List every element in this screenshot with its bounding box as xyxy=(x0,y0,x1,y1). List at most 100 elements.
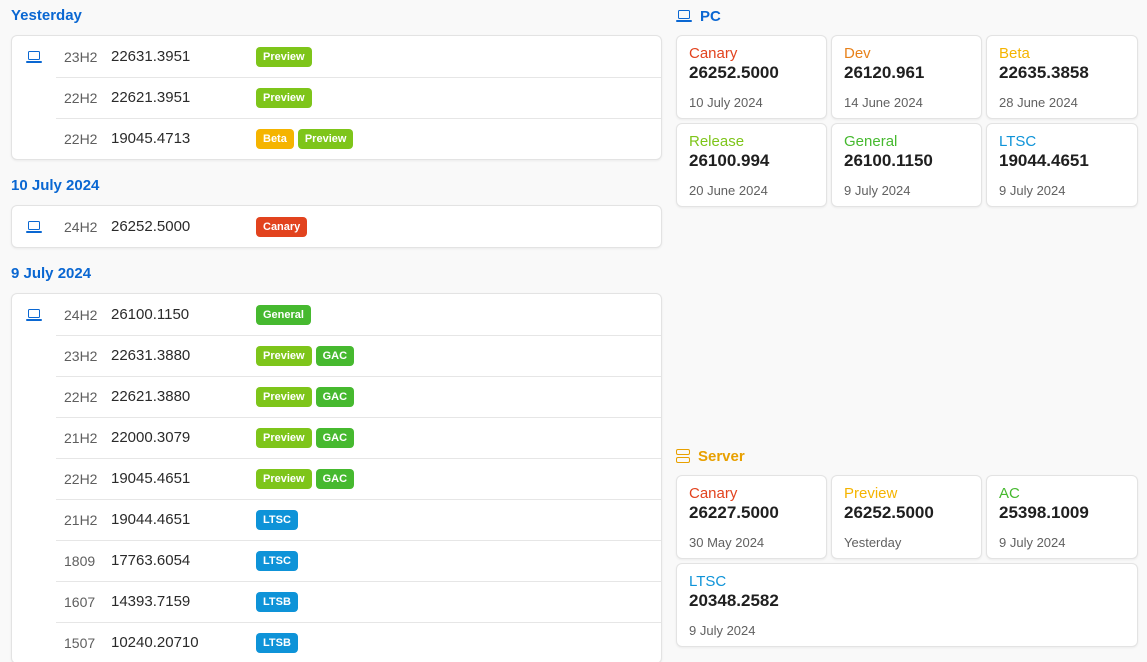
server-channel-tile[interactable]: Canary 26227.5000 30 May 2024 xyxy=(676,475,827,559)
channel-name: Release xyxy=(689,133,745,150)
channel-name: Preview xyxy=(844,485,898,502)
channel-name: General xyxy=(844,133,898,150)
channel-badge: Preview xyxy=(256,386,312,407)
channel-badge: LTSC xyxy=(256,550,298,571)
build-number: 19045.4651 xyxy=(111,470,191,487)
build-row[interactable]: 22H2 22621.3951 Preview xyxy=(12,77,661,118)
server-title-text: Server xyxy=(698,447,745,465)
build-number: 19045.4713 xyxy=(111,130,191,147)
version-label: 1607 xyxy=(64,593,96,610)
channel-build: 26227.5000 xyxy=(689,503,779,522)
date-group-title: 9 July 2024 xyxy=(11,265,92,282)
channel-build: 26252.5000 xyxy=(689,63,779,82)
build-number: 26252.5000 xyxy=(111,218,191,235)
channel-badge: Preview xyxy=(256,87,312,108)
server-channel-tile[interactable]: Preview 26252.5000 Yesterday xyxy=(831,475,982,559)
build-row[interactable]: 24H2 26252.5000 Canary xyxy=(12,206,661,247)
channel-badge: Preview xyxy=(297,128,354,149)
build-row[interactable]: 24H2 26100.1150 General xyxy=(12,294,661,335)
pc-title-text: PC xyxy=(700,7,721,25)
pc-section-title: PC xyxy=(676,6,1138,26)
channel-date: 14 June 2024 xyxy=(844,95,923,110)
version-label: 24H2 xyxy=(64,306,98,323)
server-channel-tile[interactable]: AC 25398.1009 9 July 2024 xyxy=(986,475,1138,559)
build-row[interactable]: 21H2 22000.3079 Preview GAC xyxy=(12,417,661,458)
channel-tags: Beta Preview xyxy=(256,128,354,149)
channel-date: 28 June 2024 xyxy=(999,95,1078,110)
build-row[interactable]: 23H2 22631.3880 Preview GAC xyxy=(12,335,661,376)
build-number: 17763.6054 xyxy=(111,552,191,569)
channel-date: 30 May 2024 xyxy=(689,535,765,550)
build-row[interactable]: 21H2 19044.4651 LTSC xyxy=(12,499,661,540)
channel-build: 26252.5000 xyxy=(844,503,934,522)
channel-tags: LTSC xyxy=(256,509,298,530)
version-label: 23H2 xyxy=(64,347,98,364)
channel-name: Dev xyxy=(844,45,871,62)
channel-date: Yesterday xyxy=(844,535,902,550)
build-row[interactable]: 22H2 19045.4651 Preview GAC xyxy=(12,458,661,499)
server-channel-tile[interactable]: LTSC 20348.2582 9 July 2024 xyxy=(676,563,1138,647)
version-label: 22H2 xyxy=(64,130,98,147)
channel-tags: Preview GAC xyxy=(256,386,355,407)
channel-badge: GAC xyxy=(315,345,355,366)
channel-tags: LTSB xyxy=(256,632,298,653)
channel-tags: Canary xyxy=(256,216,308,237)
channel-badge: Preview xyxy=(256,427,312,448)
server-section-title: Server xyxy=(676,446,1138,466)
build-number: 10240.20710 xyxy=(111,634,199,651)
channel-badge: Beta xyxy=(256,128,294,149)
build-row[interactable]: 1809 17763.6054 LTSC xyxy=(12,540,661,581)
server-tiles-grid: Canary 26227.5000 30 May 2024 Preview 26252.… xyxy=(676,475,1138,647)
channel-name: AC xyxy=(999,485,1020,502)
server-section: Server Canary 26227.5000 30 May 2024 Previe… xyxy=(676,446,1138,647)
pc-channel-tile[interactable]: Canary 26252.5000 10 July 2024 xyxy=(676,35,827,119)
version-label: 21H2 xyxy=(64,429,98,446)
channel-build: 26100.1150 xyxy=(844,151,933,170)
channel-build: 22635.3858 xyxy=(999,63,1089,82)
laptop-icon xyxy=(676,10,692,22)
build-row[interactable]: 23H2 22631.3951 Preview xyxy=(12,36,661,77)
channel-tags: LTSB xyxy=(256,591,298,612)
row-icon-cell xyxy=(12,308,56,321)
pc-channel-tile[interactable]: Beta 22635.3858 28 June 2024 xyxy=(986,35,1138,119)
pc-channel-tile[interactable]: Release 26100.994 20 June 2024 xyxy=(676,123,827,207)
date-group: 9 July 2024 24H2 26100.1150 General 23H2 226… xyxy=(11,264,662,662)
pc-tiles-grid: Canary 26252.5000 10 July 2024 Dev 26120.961… xyxy=(676,35,1138,207)
channel-badge: Canary xyxy=(256,216,308,237)
channel-date: 9 July 2024 xyxy=(999,535,1066,550)
row-icon-cell xyxy=(12,50,56,63)
channel-build: 26120.961 xyxy=(844,63,925,82)
channel-badge: GAC xyxy=(315,427,355,448)
laptop-icon xyxy=(26,220,42,233)
build-number: 22621.3951 xyxy=(111,89,191,106)
build-list-card: 23H2 22631.3951 Preview 22H2 22621.3951 Previ… xyxy=(11,35,662,160)
channel-tags: Preview GAC xyxy=(256,427,355,448)
channel-badge: LTSB xyxy=(256,632,298,653)
channel-badge: Preview xyxy=(256,46,312,67)
version-label: 22H2 xyxy=(64,470,98,487)
date-group: 10 July 2024 24H2 26252.5000 Canary xyxy=(11,176,662,248)
channel-tags: Preview xyxy=(256,87,312,108)
channel-build: 19044.4651 xyxy=(999,151,1089,170)
build-row[interactable]: 1507 10240.20710 LTSB xyxy=(12,622,661,662)
build-row[interactable]: 1607 14393.7159 LTSB xyxy=(12,581,661,622)
laptop-icon xyxy=(26,50,42,63)
pc-channel-tile[interactable]: LTSC 19044.4651 9 July 2024 xyxy=(986,123,1138,207)
channel-tags: Preview GAC xyxy=(256,345,355,366)
build-row[interactable]: 22H2 22621.3880 Preview GAC xyxy=(12,376,661,417)
channel-date: 20 June 2024 xyxy=(689,183,768,198)
channel-build: 20348.2582 xyxy=(689,591,779,610)
pc-channel-tile[interactable]: General 26100.1150 9 July 2024 xyxy=(831,123,982,207)
channel-tags: General xyxy=(256,304,311,325)
build-row[interactable]: 22H2 19045.4713 Beta Preview xyxy=(12,118,661,159)
date-group-title: Yesterday xyxy=(11,7,82,24)
channel-badge: LTSC xyxy=(256,509,298,530)
channel-date: 9 July 2024 xyxy=(844,183,911,198)
version-label: 1809 xyxy=(64,552,96,569)
channel-badge: LTSB xyxy=(256,591,298,612)
channel-name: Canary xyxy=(689,485,738,502)
date-group-title: 10 July 2024 xyxy=(11,177,100,194)
pc-channel-tile[interactable]: Dev 26120.961 14 June 2024 xyxy=(831,35,982,119)
channel-badge: GAC xyxy=(315,468,355,489)
build-number: 19044.4651 xyxy=(111,511,191,528)
